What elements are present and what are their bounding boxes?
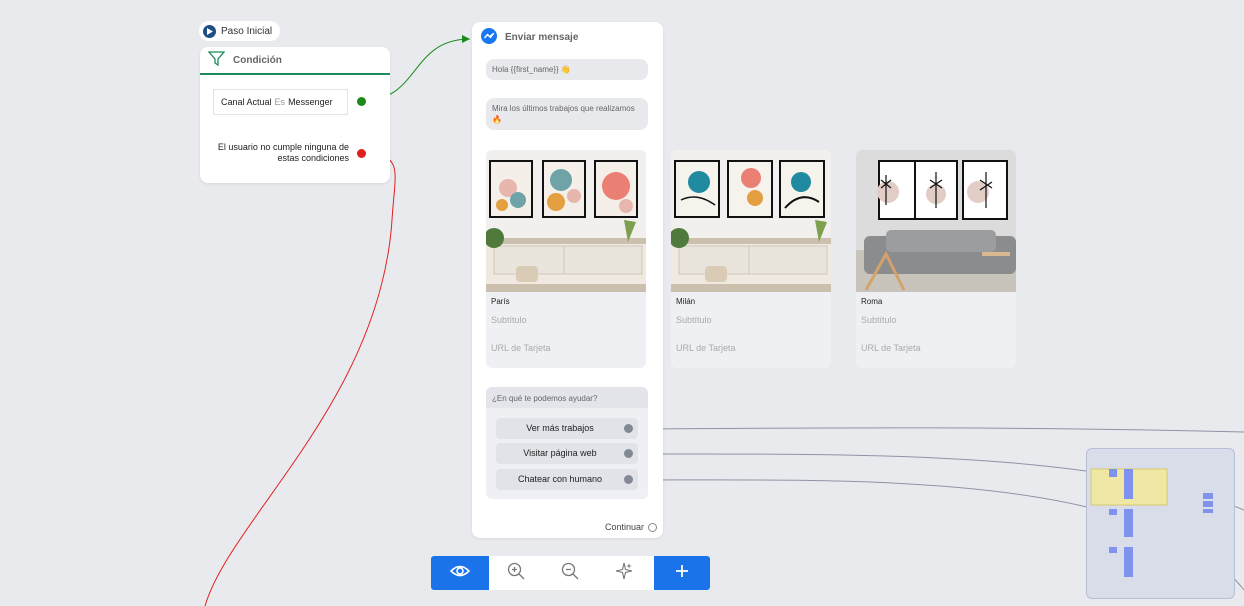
add-node-button[interactable] <box>654 556 710 590</box>
card-paris[interactable]: París Subtítulo URL de Tarjeta <box>486 150 646 368</box>
card-subtitle: Subtítulo <box>491 315 527 325</box>
minimap-content <box>1090 468 1213 577</box>
quick-reply-button[interactable]: Chatear con humano <box>496 469 638 490</box>
preview-button[interactable] <box>431 556 489 590</box>
card-url: URL de Tarjeta <box>491 343 551 353</box>
rule-value: Messenger <box>288 97 333 107</box>
send-message-node[interactable]: Enviar mensaje Hola {{first_name}} 👋 Mir… <box>472 22 663 538</box>
false-connection <box>204 153 396 606</box>
card-subtitle: Subtítulo <box>861 315 897 325</box>
card-milan[interactable]: Milán Subtítulo URL de Tarjeta <box>671 150 831 368</box>
card-url: URL de Tarjeta <box>861 343 921 353</box>
quick-replies: ¿En qué te podemos ayudar? Ver más traba… <box>486 387 648 499</box>
quick-reply-handle[interactable] <box>624 424 633 433</box>
card-roma[interactable]: Roma Subtítulo URL de Tarjeta <box>856 150 1016 368</box>
condition-true-handle[interactable] <box>357 97 366 106</box>
zoom-in-icon <box>507 562 525 585</box>
message-header: Enviar mensaje <box>481 28 578 47</box>
auto-layout-button[interactable] <box>597 556 651 590</box>
eye-icon <box>449 564 471 583</box>
quick-reply-button[interactable]: Ver más trabajos <box>496 418 638 439</box>
condition-header: Condición <box>200 47 390 75</box>
message-bubble-works[interactable]: Mira los últimos trabajos que realizamos… <box>486 98 648 130</box>
play-icon <box>203 24 216 38</box>
rule-operator: Es <box>274 97 286 107</box>
messenger-icon <box>481 28 497 47</box>
card-subtitle: Subtítulo <box>676 315 712 325</box>
filter-icon <box>207 51 226 69</box>
condition-title: Condición <box>233 54 282 66</box>
quick-reply-label: Chatear con humano <box>517 474 603 484</box>
card-title: Roma <box>861 297 883 306</box>
quick-question: ¿En qué te podemos ayudar? <box>486 387 648 408</box>
quick-reply-label: Visitar página web <box>523 448 597 458</box>
continue-label: Continuar <box>604 522 644 532</box>
continue-connector[interactable]: Continuar <box>605 522 657 532</box>
condition-false-handle[interactable] <box>357 149 366 158</box>
card-image <box>671 150 831 292</box>
quick-reply-handle[interactable] <box>624 449 633 458</box>
quick-reply-button[interactable]: Visitar página web <box>496 443 638 464</box>
quick-reply-label: Ver más trabajos <box>526 423 594 433</box>
condition-rule[interactable]: Canal Actual Es Messenger <box>213 89 348 115</box>
card-image <box>856 150 1016 292</box>
condition-node[interactable]: Condición Canal Actual Es Messenger El u… <box>200 47 390 183</box>
start-step-pill[interactable]: Paso Inicial <box>199 21 281 41</box>
start-step-label: Paso Inicial <box>221 25 273 37</box>
card-image <box>486 150 646 292</box>
minimap[interactable] <box>1086 448 1235 599</box>
zoom-in-button[interactable] <box>489 556 543 590</box>
rule-field: Canal Actual <box>221 97 272 107</box>
zoom-out-button[interactable] <box>543 556 597 590</box>
card-url: URL de Tarjeta <box>676 343 736 353</box>
card-title: París <box>491 297 510 306</box>
zoom-out-icon <box>561 562 579 585</box>
quick-connection-1 <box>627 427 1244 433</box>
magic-icon <box>615 562 633 585</box>
card-title: Milán <box>676 297 696 306</box>
plus-icon <box>674 563 690 584</box>
canvas-toolbar <box>431 556 710 590</box>
condition-else-text: El usuario no cumple ninguna de estas co… <box>217 142 349 163</box>
message-bubble-greeting[interactable]: Hola {{first_name}} 👋 <box>486 59 648 80</box>
continue-handle[interactable] <box>648 522 657 532</box>
quick-reply-handle[interactable] <box>624 475 633 484</box>
message-title: Enviar mensaje <box>505 32 579 43</box>
